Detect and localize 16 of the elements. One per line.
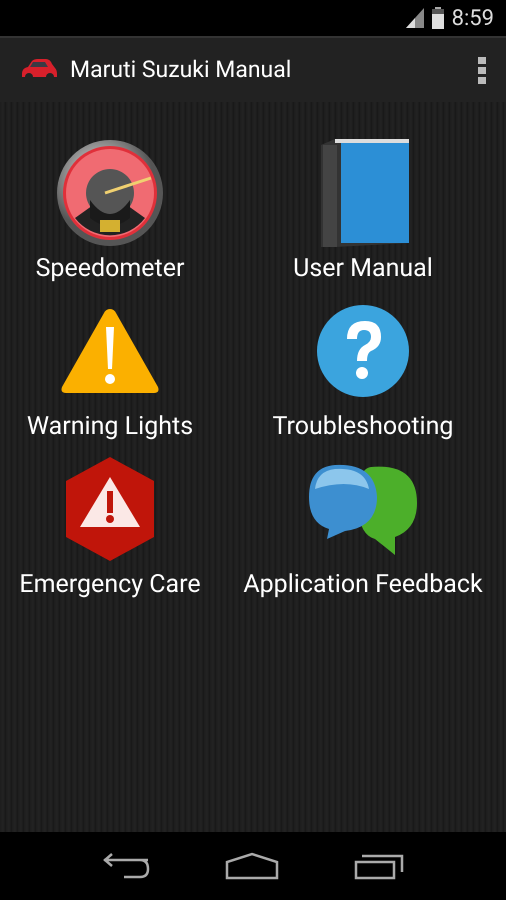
menu-label[interactable]: Warning Lights (26, 410, 194, 444)
home-icon[interactable] (224, 852, 279, 880)
emergency-icon (64, 455, 156, 563)
back-icon[interactable] (102, 852, 150, 880)
recent-apps-icon[interactable] (354, 852, 404, 880)
menu-label[interactable]: Emergency Care (19, 568, 201, 602)
battery-icon (432, 7, 444, 29)
help-icon (315, 303, 411, 399)
speedometer-icon (55, 138, 165, 248)
menu-label[interactable]: Speedometer (36, 252, 184, 286)
signal-icon (406, 8, 424, 28)
app-title: Maruti Suzuki Manual (70, 54, 292, 85)
menu-label[interactable]: Troubleshooting (272, 410, 454, 444)
menu-label[interactable]: User Manual (293, 252, 433, 286)
status-time: 8:59 (452, 4, 494, 32)
menu-label[interactable]: Application Feedback (243, 568, 483, 602)
